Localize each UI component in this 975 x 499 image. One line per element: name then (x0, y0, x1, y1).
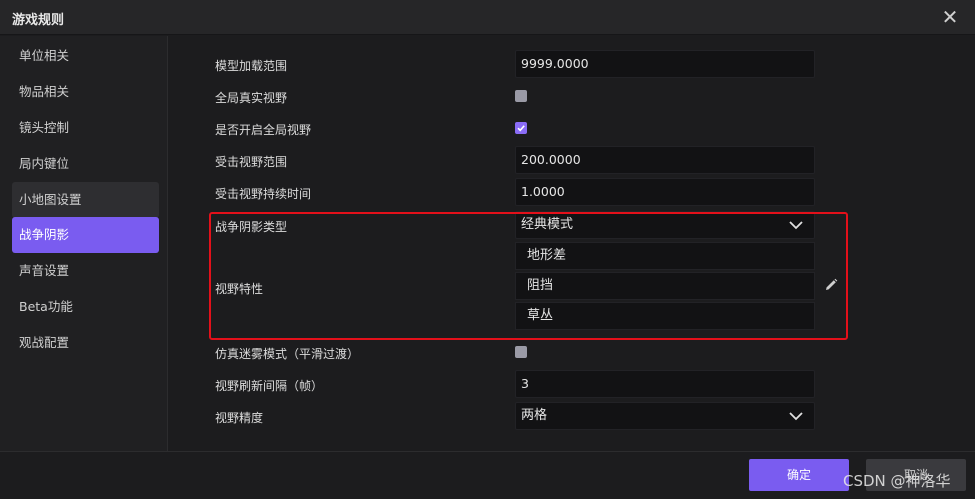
close-icon[interactable]: ✕ (939, 6, 961, 28)
pencil-icon[interactable] (823, 277, 839, 293)
hit-vision-range-label: 受击视野范围 (215, 155, 288, 169)
fog-type-value: 经典模式 (521, 217, 574, 232)
vision-trait-item: 草丛 (515, 302, 815, 330)
global-true-vision-checkbox[interactable] (515, 90, 527, 102)
vision-refresh-input[interactable]: 3 (515, 370, 815, 398)
simulated-fog-checkbox[interactable] (515, 346, 527, 358)
cancel-button[interactable]: 取消 (866, 459, 966, 491)
sidebar-item-item[interactable]: 物品相关 (12, 74, 159, 110)
vision-precision-label: 视野精度 (215, 411, 264, 425)
vision-precision-value: 两格 (521, 408, 548, 423)
window-title: 游戏规则 (12, 13, 65, 28)
sidebar-item-minimap[interactable]: 小地图设置 (12, 182, 159, 218)
fog-type-label: 战争阴影类型 (215, 220, 288, 234)
simulated-fog-label: 仿真迷雾模式（平滑过渡） (215, 347, 360, 361)
sidebar-item-unit[interactable]: 单位相关 (12, 38, 159, 74)
sidebar-item-camera[interactable]: 镜头控制 (12, 110, 159, 146)
global-true-vision-label: 全局真实视野 (215, 91, 288, 105)
vision-refresh-label: 视野刷新间隔（帧） (215, 379, 324, 393)
check-icon (517, 125, 525, 132)
sidebar-item-spectate[interactable]: 观战配置 (12, 325, 159, 361)
model-load-range-input[interactable]: 9999.0000 (515, 50, 815, 78)
title-bar: 游戏规则 ✕ (0, 0, 975, 35)
vision-precision-select[interactable]: 两格 (515, 402, 815, 430)
sidebar: 单位相关 物品相关 镜头控制 局内键位 小地图设置 战争阴影 声音设置 Beta… (0, 36, 168, 451)
sidebar-item-beta[interactable]: Beta功能 (12, 289, 159, 325)
chevron-down-icon (789, 221, 803, 230)
fog-type-select[interactable]: 经典模式 (515, 211, 815, 239)
hit-vision-range-input[interactable]: 200.0000 (515, 146, 815, 174)
vision-trait-item: 阻挡 (515, 272, 815, 300)
vision-traits-label: 视野特性 (215, 282, 264, 296)
hit-vision-duration-label: 受击视野持续时间 (215, 187, 312, 201)
vision-trait-item: 地形差 (515, 242, 815, 270)
enable-global-vision-label: 是否开启全局视野 (215, 123, 312, 137)
sidebar-item-sound[interactable]: 声音设置 (12, 253, 159, 289)
chevron-down-icon (789, 412, 803, 421)
hit-vision-duration-input[interactable]: 1.0000 (515, 178, 815, 206)
sidebar-item-fog-of-war[interactable]: 战争阴影 (12, 217, 159, 253)
model-load-range-label: 模型加载范围 (215, 59, 288, 73)
confirm-button[interactable]: 确定 (749, 459, 849, 491)
enable-global-vision-checkbox[interactable] (515, 122, 527, 134)
sidebar-item-keybinds[interactable]: 局内键位 (12, 146, 159, 182)
